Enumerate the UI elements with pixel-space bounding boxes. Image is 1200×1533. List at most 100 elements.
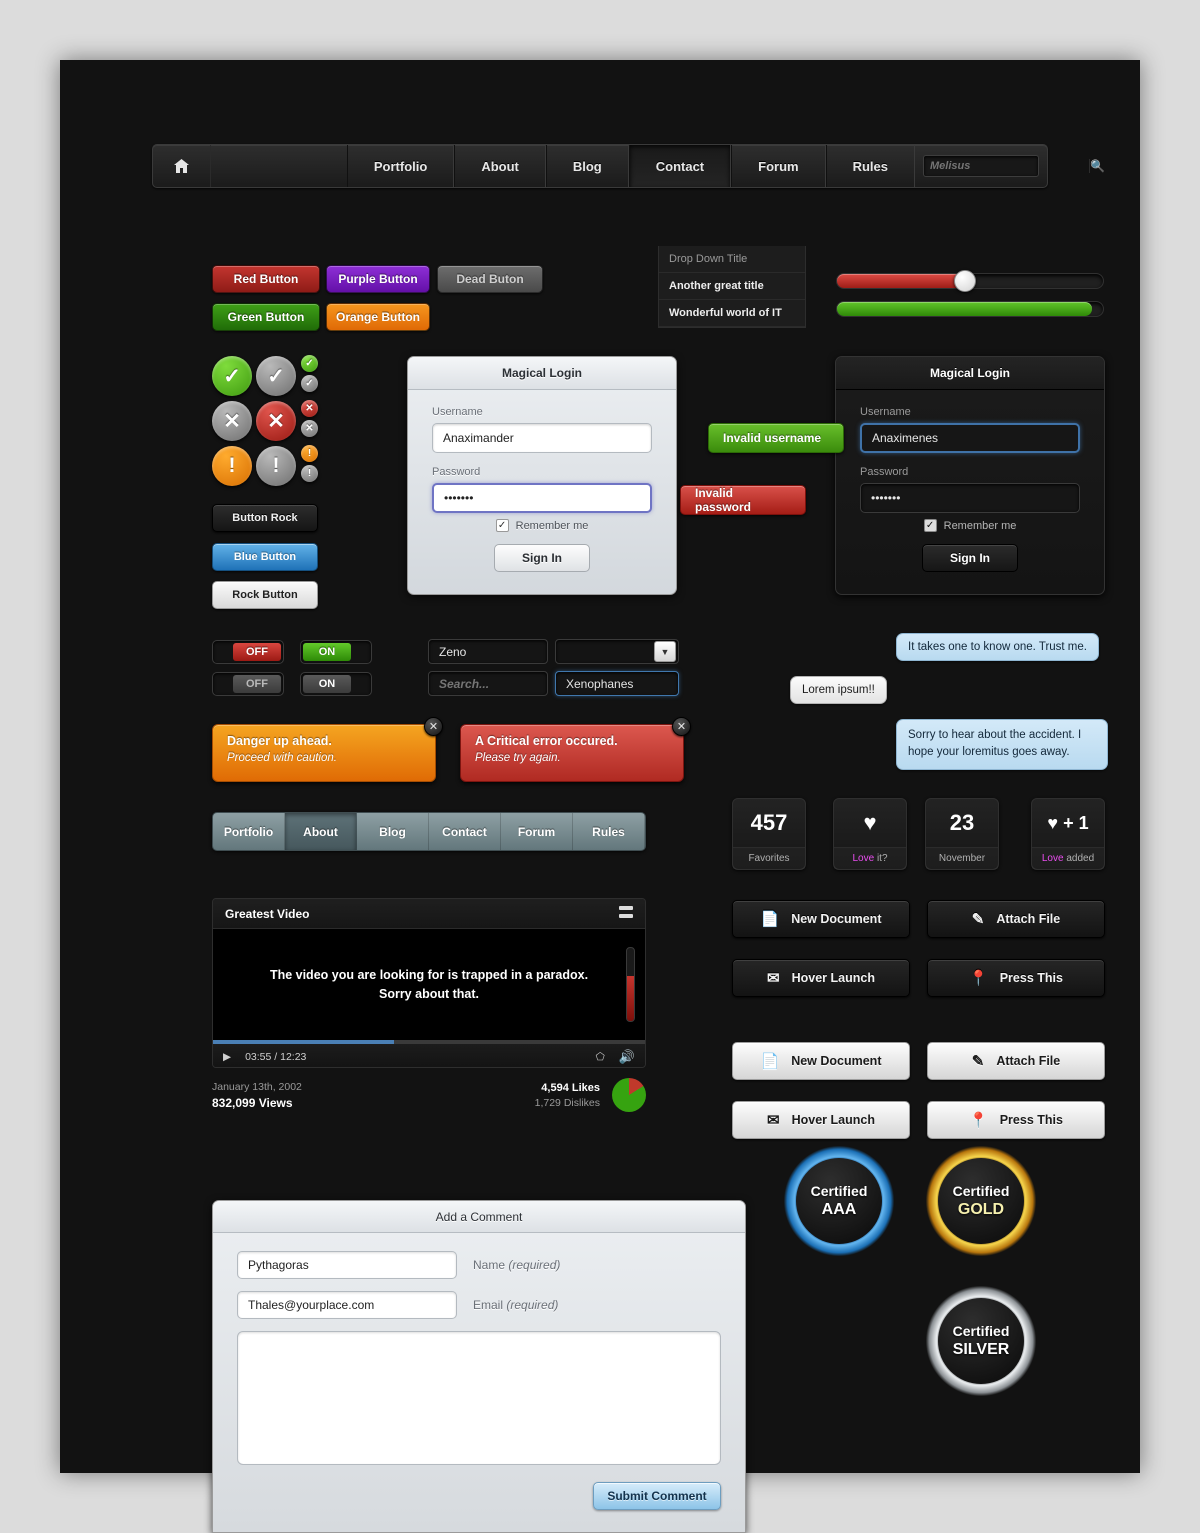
purple-button[interactable]: Purple Button bbox=[326, 265, 430, 293]
attach-file-button-dark[interactable]: ✎ Attach File bbox=[927, 900, 1105, 938]
glyph: ✓ bbox=[223, 364, 241, 388]
stepper-field[interactable]: ⇵ bbox=[428, 639, 613, 664]
nav-item-about[interactable]: About bbox=[454, 145, 546, 187]
name-field[interactable] bbox=[237, 1251, 457, 1279]
tab-forum[interactable]: Forum bbox=[501, 813, 573, 850]
toggle-on-grey[interactable]: ON bbox=[300, 672, 372, 696]
green-button[interactable]: Green Button bbox=[212, 303, 320, 331]
expand-icon[interactable] bbox=[619, 905, 633, 923]
chat-bubble-left-1: Lorem ipsum!! bbox=[790, 676, 887, 704]
hd-icon[interactable]: ⬠ bbox=[596, 1051, 605, 1063]
nav-item-portfolio[interactable]: Portfolio bbox=[346, 145, 455, 187]
focused-text-field[interactable] bbox=[555, 671, 731, 696]
glyph: ! bbox=[228, 454, 236, 477]
comment-textarea[interactable] bbox=[237, 1331, 721, 1465]
focused-input[interactable] bbox=[556, 676, 731, 691]
search-box[interactable]: 🔍 bbox=[923, 155, 1105, 177]
nav-item-contact[interactable]: Contact bbox=[628, 145, 732, 187]
cross-error-small-icon: ✕ bbox=[301, 400, 318, 417]
close-icon[interactable]: ✕ bbox=[424, 717, 443, 736]
nav-item-rules[interactable]: Rules bbox=[825, 145, 915, 187]
remember-me-row[interactable]: ✓ Remember me bbox=[860, 519, 1080, 532]
tab-contact[interactable]: Contact bbox=[429, 813, 501, 850]
tab-rules[interactable]: Rules bbox=[573, 813, 645, 850]
toggle-off-grey[interactable]: OFF bbox=[212, 672, 284, 696]
video-date: January 13th, 2002 bbox=[212, 1080, 302, 1093]
search-icon[interactable]: 🔍 bbox=[1089, 159, 1105, 173]
badge-inner: Certified AAA bbox=[796, 1158, 882, 1244]
badge-text: Invalid username bbox=[723, 431, 822, 445]
nav-label: About bbox=[481, 158, 519, 174]
warning-small-icon: ! bbox=[301, 445, 318, 462]
password-field[interactable] bbox=[432, 483, 652, 513]
tab-blog[interactable]: Blog bbox=[357, 813, 429, 850]
login-panel-light: Magical Login Username Password ✓ Rememb… bbox=[407, 356, 677, 595]
rock-button[interactable]: Rock Button bbox=[212, 581, 318, 609]
heart-icon: ♥ + 1 bbox=[1047, 812, 1089, 833]
favorites-counter[interactable]: 457 Favorites bbox=[732, 798, 806, 870]
envelope-icon: ✉ bbox=[767, 969, 780, 987]
select-dropdown[interactable]: ▼ bbox=[555, 639, 679, 664]
slider-handle[interactable] bbox=[954, 270, 977, 292]
green-slider[interactable] bbox=[836, 301, 1104, 317]
close-icon[interactable]: ✕ bbox=[672, 717, 691, 736]
email-field[interactable] bbox=[237, 1291, 457, 1319]
username-field[interactable] bbox=[860, 423, 1080, 453]
search-field[interactable]: 🔍 bbox=[428, 671, 625, 696]
nav-label: Contact bbox=[655, 158, 705, 174]
cross-neutral-small-icon: ✕ bbox=[301, 420, 318, 437]
blue-button[interactable]: Blue Button bbox=[212, 543, 318, 571]
check-glyph: ✓ bbox=[497, 520, 507, 531]
speaker-icon[interactable]: 🔊 bbox=[619, 1049, 635, 1065]
remember-me-checkbox[interactable]: ✓ bbox=[495, 519, 509, 532]
bubble-text: It takes one to know one. Trust me. bbox=[908, 641, 1087, 653]
dropdown-item-3[interactable]: Wonderful world of IT bbox=[659, 300, 805, 327]
toggle-on-green[interactable]: ON bbox=[300, 640, 372, 664]
nav-item-forum[interactable]: Forum bbox=[731, 145, 826, 187]
press-this-button-light[interactable]: 📍 Press This bbox=[927, 1101, 1105, 1139]
press-this-button-dark[interactable]: 📍 Press This bbox=[927, 959, 1105, 997]
sign-in-button[interactable]: Sign In bbox=[922, 544, 1018, 572]
new-document-button-dark[interactable]: 📄 New Document bbox=[732, 900, 910, 938]
chevron-down-icon[interactable]: ▼ bbox=[654, 641, 676, 662]
love-added-counter[interactable]: ♥ + 1 Love added bbox=[1031, 798, 1105, 870]
red-slider[interactable] bbox=[836, 270, 1104, 292]
attach-file-button-light[interactable]: ✎ Attach File bbox=[927, 1042, 1105, 1080]
button-label: Red Button bbox=[233, 272, 299, 286]
date-counter[interactable]: 23 November bbox=[925, 798, 999, 870]
cross-neutral-icon: ✕ bbox=[212, 401, 252, 441]
tab-about[interactable]: About bbox=[285, 813, 357, 850]
remember-me-row[interactable]: ✓ Remember me bbox=[432, 519, 652, 532]
new-document-button-light[interactable]: 📄 New Document bbox=[732, 1042, 910, 1080]
love-it-button[interactable]: ♥ Love it? bbox=[833, 798, 907, 870]
tab-portfolio[interactable]: Portfolio bbox=[213, 813, 285, 850]
submit-comment-button[interactable]: Submit Comment bbox=[593, 1482, 721, 1510]
glyph: ✕ bbox=[305, 403, 314, 414]
hover-launch-button-light[interactable]: ✉ Hover Launch bbox=[732, 1101, 910, 1139]
username-field[interactable] bbox=[432, 423, 652, 453]
remember-me-checkbox[interactable]: ✓ bbox=[923, 519, 937, 532]
video-screen[interactable]: The video you are looking for is trapped… bbox=[213, 929, 645, 1040]
search-input[interactable] bbox=[924, 160, 1089, 172]
orange-button[interactable]: Orange Button bbox=[326, 303, 430, 331]
counter-label: Love it? bbox=[834, 847, 906, 869]
map-pin-icon: 📍 bbox=[969, 1111, 988, 1129]
nav-item-blog[interactable]: Blog bbox=[545, 145, 629, 187]
volume-slider[interactable] bbox=[626, 947, 635, 1022]
nav-label: Blog bbox=[572, 158, 602, 174]
button-label: Hover Launch bbox=[791, 971, 875, 985]
sign-in-button[interactable]: Sign In bbox=[494, 544, 590, 572]
nav-label: Rules bbox=[852, 158, 888, 174]
hover-launch-button-dark[interactable]: ✉ Hover Launch bbox=[732, 959, 910, 997]
password-field[interactable] bbox=[860, 483, 1080, 513]
home-icon[interactable] bbox=[153, 145, 211, 187]
check-neutral-icon: ✓ bbox=[256, 356, 296, 396]
red-button[interactable]: Red Button bbox=[212, 265, 320, 293]
remember-me-label: Remember me bbox=[943, 519, 1017, 532]
button-rock-button[interactable]: Button Rock bbox=[212, 504, 318, 532]
dropdown-item-2[interactable]: Another great title bbox=[659, 273, 805, 300]
dropdown-item-title[interactable]: Drop Down Title bbox=[659, 246, 805, 273]
toggle-off-red[interactable]: OFF bbox=[212, 640, 284, 664]
chat-bubble-right-1: It takes one to know one. Trust me. bbox=[896, 633, 1099, 661]
play-icon[interactable]: ▶ bbox=[223, 1051, 231, 1063]
